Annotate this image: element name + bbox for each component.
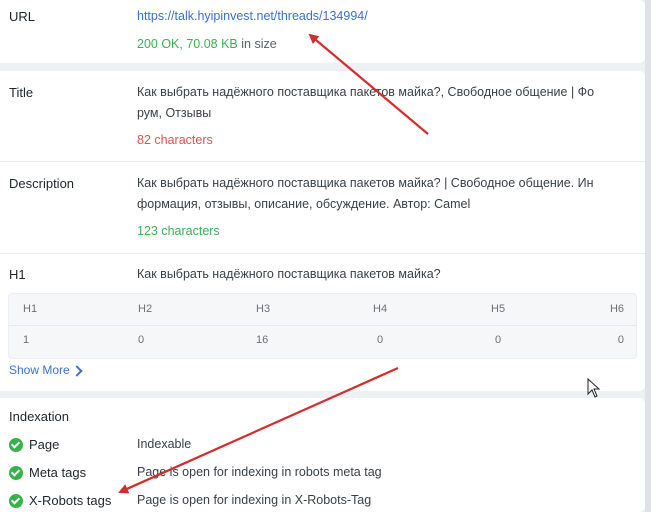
description-count: 123 characters: [137, 224, 220, 238]
indexation-title: Indexation: [9, 409, 69, 424]
check-circle-icon: [9, 493, 23, 508]
title-line-1: Как выбрать надёжного поставщика пакетов…: [137, 85, 595, 99]
heading-count-h5: 0: [495, 334, 502, 346]
indexation-page-label: Page: [29, 437, 60, 452]
heading-header-h3: H3: [256, 303, 271, 315]
url-size-suffix: in size: [237, 37, 277, 51]
indexation-row-x-robots: X-Robots tags: [9, 493, 111, 508]
h1-value: Как выбрать надёжного поставщика пакетов…: [137, 267, 441, 281]
chevron-right-icon: [71, 364, 83, 377]
indexation-card: Indexation Page Indexable Meta tags Page…: [0, 398, 645, 512]
heading-count-h1: 1: [23, 334, 30, 346]
show-more-button[interactable]: Show More: [9, 363, 83, 377]
heading-count-h3: 16: [256, 334, 269, 346]
h1-label: H1: [9, 267, 26, 282]
indexation-meta-tags-value: Page is open for indexing in robots meta…: [137, 465, 382, 479]
headings-table: H1 H2 H3 H4 H5 H6 1 0 16 0 0 0: [8, 293, 637, 359]
divider: [0, 161, 645, 162]
indexation-page-value: Indexable: [137, 437, 192, 451]
heading-count-h2: 0: [138, 334, 145, 346]
indexation-row-page: Page: [9, 437, 59, 452]
indexation-x-robots-label: X-Robots tags: [29, 493, 112, 508]
heading-header-h5: H5: [491, 303, 506, 315]
title-line-2: рум, Отзывы: [137, 106, 212, 120]
check-circle-icon: [9, 465, 23, 480]
heading-header-h2: H2: [138, 303, 153, 315]
indexation-x-robots-value: Page is open for indexing in X-Robots-Ta…: [137, 493, 372, 507]
table-divider: [9, 325, 636, 326]
url-label: URL: [9, 9, 36, 24]
divider: [0, 253, 645, 254]
heading-header-h4: H4: [373, 303, 388, 315]
url-card: URL https://talk.hyipinvest.net/threads/…: [0, 0, 645, 63]
indexation-row-meta-tags: Meta tags: [9, 465, 86, 480]
mouse-cursor-icon: [587, 378, 601, 398]
url-link[interactable]: https://talk.hyipinvest.net/threads/1349…: [137, 9, 368, 23]
meta-card: Title Как выбрать надёжного поставщика п…: [0, 71, 645, 391]
url-status: 200 OK, 70.08 KB: [137, 37, 238, 51]
url-value: https://talk.hyipinvest.net/threads/1349…: [137, 6, 633, 26]
heading-header-h6: H6: [609, 303, 624, 315]
description-line-1: Как выбрать надёжного поставщика пакетов…: [137, 176, 594, 190]
heading-count-h4: 0: [377, 334, 384, 346]
heading-header-h1: H1: [23, 303, 38, 315]
title-count: 82 characters: [137, 133, 213, 147]
title-label: Title: [9, 85, 34, 100]
heading-count-h6: 0: [617, 334, 624, 346]
show-more-label: Show More: [9, 363, 70, 377]
check-circle-icon: [9, 437, 23, 452]
description-line-2: формация, отзывы, описание, обсуждение. …: [137, 197, 471, 211]
description-label: Description: [9, 176, 75, 191]
indexation-meta-tags-label: Meta tags: [29, 465, 87, 480]
scrollbar[interactable]: [645, 0, 651, 512]
url-status-line: 200 OK, 70.08 KB in size: [137, 34, 633, 54]
